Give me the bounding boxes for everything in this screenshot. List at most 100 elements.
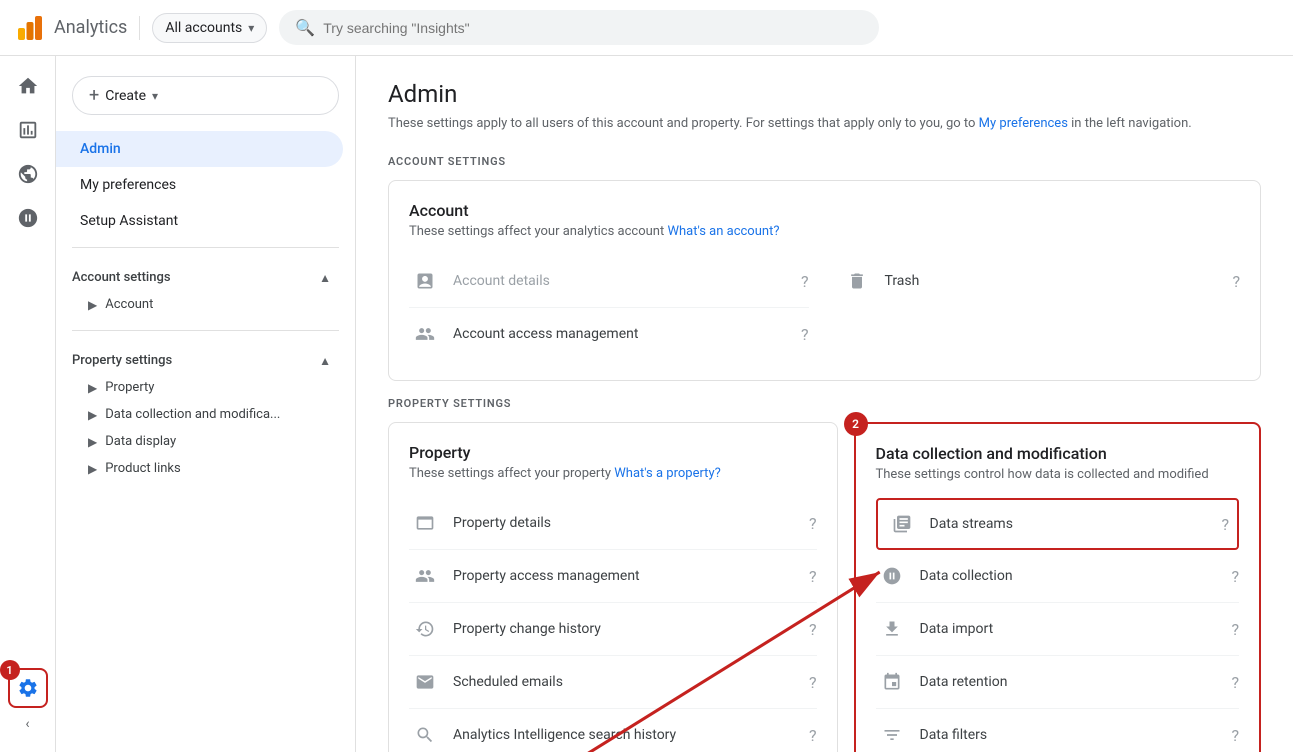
cards-row: Property These settings affect your prop… [388,422,1261,752]
account-details-label: Account details [453,273,793,289]
data-collection-title: Data collection and modification [876,444,1240,463]
all-accounts-button[interactable]: All accounts ▾ [152,13,267,43]
account-details-row[interactable]: Account details ? [409,255,809,308]
collapse-sidebar-button[interactable]: ‹ [25,716,29,744]
data-collection-subtitle: These settings control how data is colle… [876,467,1240,482]
plus-icon: + [89,85,99,106]
logo-area: Analytics [16,14,127,42]
chevron-down-icon: ▾ [152,89,158,103]
nav-advertising-icon[interactable] [8,198,48,238]
property-details-label: Property details [453,515,801,531]
nav-explore-icon[interactable] [8,154,48,194]
data-filters-help-icon: ? [1231,726,1239,745]
chevron-right-icon-4: ▶ [88,435,97,449]
property-access-icon [409,560,441,592]
account-details-help-icon: ? [801,272,809,291]
account-card-subtitle: These settings affect your analytics acc… [409,224,1240,239]
analytics-logo-icon [16,14,44,42]
icon-nav: 1 ‹ [0,56,56,752]
content-area: Admin These settings apply to all users … [356,56,1293,752]
property-access-label: Property access management [453,568,801,584]
chevron-right-icon: ▶ [88,298,97,312]
sidebar-item-data-collection[interactable]: ▶ Data collection and modifica... [72,401,339,428]
create-button[interactable]: + Create ▾ [72,76,339,115]
change-history-help-icon: ? [809,620,817,639]
property-details-row[interactable]: Property details ? [409,497,817,550]
collapse-icon-2: ▲ [319,354,331,368]
search-history-help-icon: ? [809,726,817,745]
badge-1: 1 [0,660,20,680]
property-access-row[interactable]: Property access management ? [409,550,817,603]
data-collection-help-icon: ? [1231,567,1239,586]
data-streams-icon [886,508,918,540]
subtitle-post-text: in the left navigation. [1068,116,1192,131]
app-title: Analytics [54,17,127,38]
sidebar-item-product-links[interactable]: ▶ Product links [72,455,339,482]
property-settings-header[interactable]: Property settings ▲ [72,347,339,374]
property-settings-title: Property settings [72,353,172,368]
data-retention-row[interactable]: Data retention ? [876,656,1240,709]
page-title: Admin [388,80,1261,108]
data-retention-icon [876,666,908,698]
sidebar-divider [72,247,339,248]
nav-home-icon[interactable] [8,66,48,106]
data-collection-label: Data collection [920,568,1224,584]
main-layout: 1 ‹ + Create ▾ Admin My preferences Setu… [0,56,1293,752]
trash-label: Trash [885,273,1225,289]
whats-property-link[interactable]: What's a property? [614,466,720,481]
sidebar-item-account[interactable]: ▶ Account [72,291,339,318]
account-settings-title: Account settings [72,270,171,285]
chevron-down-icon: ▾ [248,21,254,35]
scheduled-emails-row[interactable]: Scheduled emails ? [409,656,817,709]
account-card: Account These settings affect your analy… [388,180,1261,381]
my-preferences-link[interactable]: My preferences [979,116,1068,131]
search-history-row[interactable]: Analytics Intelligence search history ? [409,709,817,752]
data-retention-help-icon: ? [1231,673,1239,692]
sidebar: + Create ▾ Admin My preferences Setup As… [56,56,356,752]
data-collection-row[interactable]: Data collection ? [876,550,1240,603]
change-history-icon [409,613,441,645]
search-input[interactable] [323,20,863,36]
topbar: Analytics All accounts ▾ 🔍 [0,0,1293,56]
trash-row[interactable]: Trash ? [841,255,1241,307]
whats-account-link[interactable]: What's an account? [667,224,779,239]
search-icon: 🔍 [295,18,315,37]
chevron-right-icon-2: ▶ [88,381,97,395]
data-streams-help-icon: ? [1221,515,1229,534]
account-settings-header[interactable]: Account settings ▲ [72,264,339,291]
sidebar-divider-2 [72,330,339,331]
sidebar-item-my-preferences[interactable]: My preferences [56,167,343,203]
sidebar-item-admin[interactable]: Admin [56,131,343,167]
data-filters-row[interactable]: Data filters ? [876,709,1240,752]
account-details-icon [409,265,441,297]
property-settings-label: PROPERTY SETTINGS [388,397,1261,410]
data-streams-row[interactable]: Data streams ? [876,498,1240,550]
topbar-divider [139,16,140,40]
sidebar-item-property[interactable]: ▶ Property [72,374,339,401]
account-access-row[interactable]: Account access management ? [409,308,809,360]
data-retention-label: Data retention [920,674,1224,690]
property-access-help-icon: ? [809,567,817,586]
data-import-help-icon: ? [1231,620,1239,639]
search-history-label: Analytics Intelligence search history [453,727,801,743]
sidebar-item-setup-assistant[interactable]: Setup Assistant [56,203,343,239]
data-collection-wrapper: 2 Data collection and modification These… [854,422,1262,752]
scheduled-emails-help-icon: ? [809,673,817,692]
all-accounts-label: All accounts [165,20,242,36]
property-card-title: Property [409,443,817,462]
account-access-label: Account access management [453,326,793,342]
subtitle-pre-text: These settings apply to all users of thi… [388,116,979,131]
account-settings-section: Account settings ▲ ▶ Account [56,256,355,322]
data-import-label: Data import [920,621,1224,637]
property-card-subtitle: These settings affect your property What… [409,466,817,481]
data-import-row[interactable]: Data import ? [876,603,1240,656]
account-settings-label: ACCOUNT SETTINGS [388,155,1261,168]
search-bar[interactable]: 🔍 [279,10,879,45]
property-change-history-row[interactable]: Property change history ? [409,603,817,656]
badge-2: 2 [844,412,868,436]
nav-reports-icon[interactable] [8,110,48,150]
property-details-icon [409,507,441,539]
page-subtitle: These settings apply to all users of thi… [388,116,1261,131]
data-streams-label: Data streams [930,516,1214,532]
sidebar-item-data-display[interactable]: ▶ Data display [72,428,339,455]
